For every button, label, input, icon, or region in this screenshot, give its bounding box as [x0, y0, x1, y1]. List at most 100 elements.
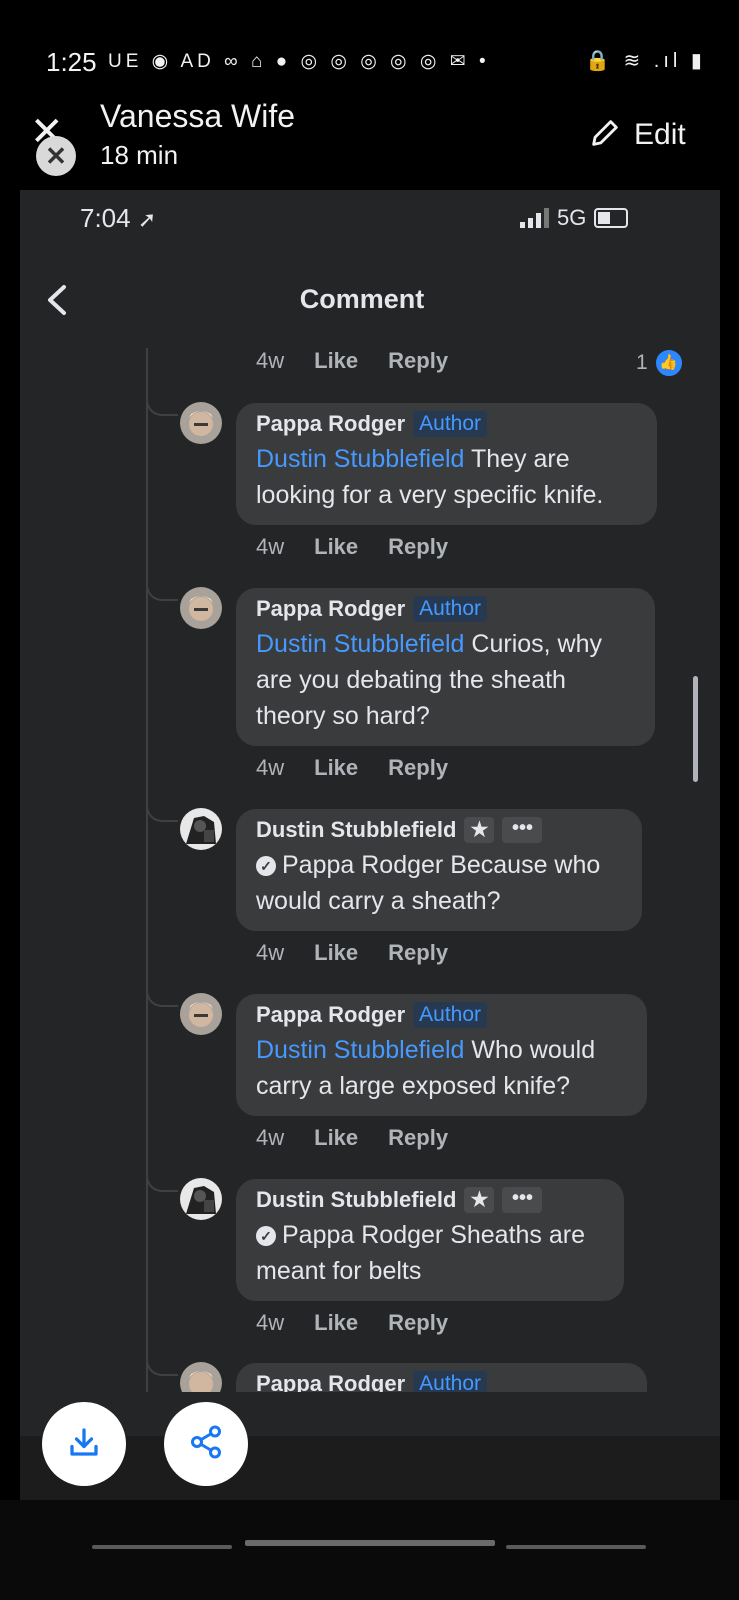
comment-bubble: Dustin Stubblefield ★ ••• ✓ Pappa Rodger …: [236, 1179, 624, 1301]
location-arrow-icon: ➚: [137, 207, 157, 232]
network-label: 5G: [557, 205, 587, 230]
comment-text: Who would: [471, 1036, 596, 1064]
avatar[interactable]: [180, 1362, 222, 1392]
check-icon: ✓: [256, 856, 276, 876]
thread-line: [146, 348, 148, 1393]
avatar[interactable]: [180, 402, 222, 444]
thumbs-up-icon: 👍: [653, 348, 684, 378]
back-arrow-icon[interactable]: [44, 283, 70, 324]
pencil-icon: [588, 116, 622, 155]
mention-link[interactable]: Pappa Rodger: [282, 851, 443, 879]
more-icon[interactable]: •••: [502, 1187, 543, 1213]
star-icon: ★: [464, 1187, 495, 1213]
comment-actions: 4w Like Reply: [256, 940, 448, 966]
download-button[interactable]: [42, 1402, 126, 1486]
comment-age: 4w: [256, 348, 285, 373]
like-button[interactable]: Like: [314, 1310, 358, 1336]
author-tag: Author: [413, 1371, 488, 1392]
outer-status-system-icons: 🔒 ≋ .ıl ▮: [585, 50, 706, 72]
mention-link[interactable]: Dustin Stubblefield: [256, 630, 464, 658]
comment-text: Because who: [450, 851, 601, 879]
comment-actions: 4w Like Reply: [256, 1310, 448, 1336]
contact-avatar: ✕: [36, 136, 76, 176]
inner-time-text: 7:04: [80, 203, 131, 233]
mention-link[interactable]: Pappa Rodger: [282, 1221, 443, 1249]
comment-bubble: Pappa Rodger Author: [236, 1363, 647, 1392]
reaction-count[interactable]: 1 👍: [636, 348, 684, 378]
inner-status-right: 5G: [520, 205, 629, 231]
avatar[interactable]: [180, 587, 222, 629]
comment-text: meant for belts: [256, 1257, 422, 1285]
avatar[interactable]: [180, 808, 222, 850]
scrollbar[interactable]: [693, 676, 698, 782]
comment-text: would carry a sheath?: [256, 887, 501, 915]
comment-text: theory so hard?: [256, 702, 430, 730]
thread-branch: [146, 1352, 178, 1376]
battery-icon: [594, 208, 629, 228]
comment-author[interactable]: Pappa Rodger: [256, 411, 405, 437]
comment-bubble: Dustin Stubblefield ★ ••• ✓ Pappa Rodger …: [236, 809, 642, 931]
composer-area: [20, 1392, 720, 1436]
comment-author[interactable]: Pappa Rodger: [256, 596, 405, 622]
comment-text: Sheaths are: [450, 1221, 586, 1249]
comment-text: carry a large exposed knife?: [256, 1072, 571, 1100]
reaction-count-number: 1: [636, 351, 648, 374]
comment-author[interactable]: Pappa Rodger: [256, 1002, 405, 1028]
comment-text: are you debating the sheath: [256, 666, 566, 694]
share-icon: [188, 1424, 224, 1465]
like-button[interactable]: Like: [314, 534, 358, 560]
comment-actions: 4w Like Reply: [256, 1125, 448, 1151]
star-icon: ★: [464, 817, 495, 843]
edit-button[interactable]: Edit: [588, 115, 686, 155]
comment-actions-top: 4w Like Reply: [256, 348, 448, 374]
author-tag: Author: [413, 411, 488, 437]
share-button[interactable]: [164, 1402, 248, 1486]
mention-link[interactable]: Dustin Stubblefield: [256, 1036, 464, 1064]
reply-button[interactable]: Reply: [388, 755, 448, 781]
edit-label: Edit: [634, 118, 686, 151]
download-icon: [66, 1424, 102, 1465]
android-nav-bar: [0, 1500, 739, 1600]
comment-age: 4w: [256, 1310, 285, 1335]
inner-status-time: 7:04 ➚: [80, 203, 156, 234]
like-button[interactable]: Like: [314, 348, 358, 374]
comment-actions: 4w Like Reply: [256, 755, 448, 781]
like-button[interactable]: Like: [314, 940, 358, 966]
outer-status-time: 1:25: [46, 47, 97, 77]
like-button[interactable]: Like: [314, 755, 358, 781]
reply-button[interactable]: Reply: [388, 348, 448, 374]
comment-text: They are: [470, 445, 570, 473]
contact-name: Vanessa Wife: [100, 98, 296, 134]
comment-actions: 4w Like Reply: [256, 534, 448, 560]
comment-text: looking for a very specific knife.: [256, 481, 604, 509]
nav-home[interactable]: [245, 1540, 495, 1546]
reply-button[interactable]: Reply: [388, 1125, 448, 1151]
comment-author[interactable]: Dustin Stubblefield: [256, 1187, 456, 1213]
comment-bubble: Pappa Rodger Author Dustin Stubblefield …: [236, 588, 655, 746]
nav-recent[interactable]: [92, 1545, 232, 1549]
comment-age: 4w: [256, 940, 285, 965]
comment-bubble: Pappa Rodger Author Dustin Stubblefield …: [236, 994, 647, 1116]
nav-back[interactable]: [506, 1545, 646, 1549]
reply-button[interactable]: Reply: [388, 1310, 448, 1336]
reply-button[interactable]: Reply: [388, 940, 448, 966]
like-button[interactable]: Like: [314, 1125, 358, 1151]
reply-button[interactable]: Reply: [388, 534, 448, 560]
check-icon: ✓: [256, 1226, 276, 1246]
message-time: 18 min: [100, 140, 179, 170]
comment-age: 4w: [256, 755, 285, 780]
comment-bubble: Pappa Rodger Author Dustin Stubblefield …: [236, 403, 657, 525]
author-tag: Author: [413, 1002, 488, 1028]
avatar[interactable]: [180, 993, 222, 1035]
comment-age: 4w: [256, 534, 285, 559]
clipped-comment: Pappa Rodger Author: [20, 1352, 720, 1392]
page-title: Comment: [299, 284, 425, 314]
comment-author[interactable]: Pappa Rodger: [256, 1371, 405, 1392]
mention-link[interactable]: Dustin Stubblefield: [256, 445, 464, 473]
author-tag: Author: [413, 596, 488, 622]
avatar[interactable]: [180, 1178, 222, 1220]
more-icon[interactable]: •••: [502, 817, 543, 843]
comment-author[interactable]: Dustin Stubblefield: [256, 817, 456, 843]
comment-age: 4w: [256, 1125, 285, 1150]
outer-status-notification-icons: UE ◉ AD ∞ ⌂ ● ◎ ◎ ◎ ◎ ◎ ✉ •: [108, 51, 490, 72]
